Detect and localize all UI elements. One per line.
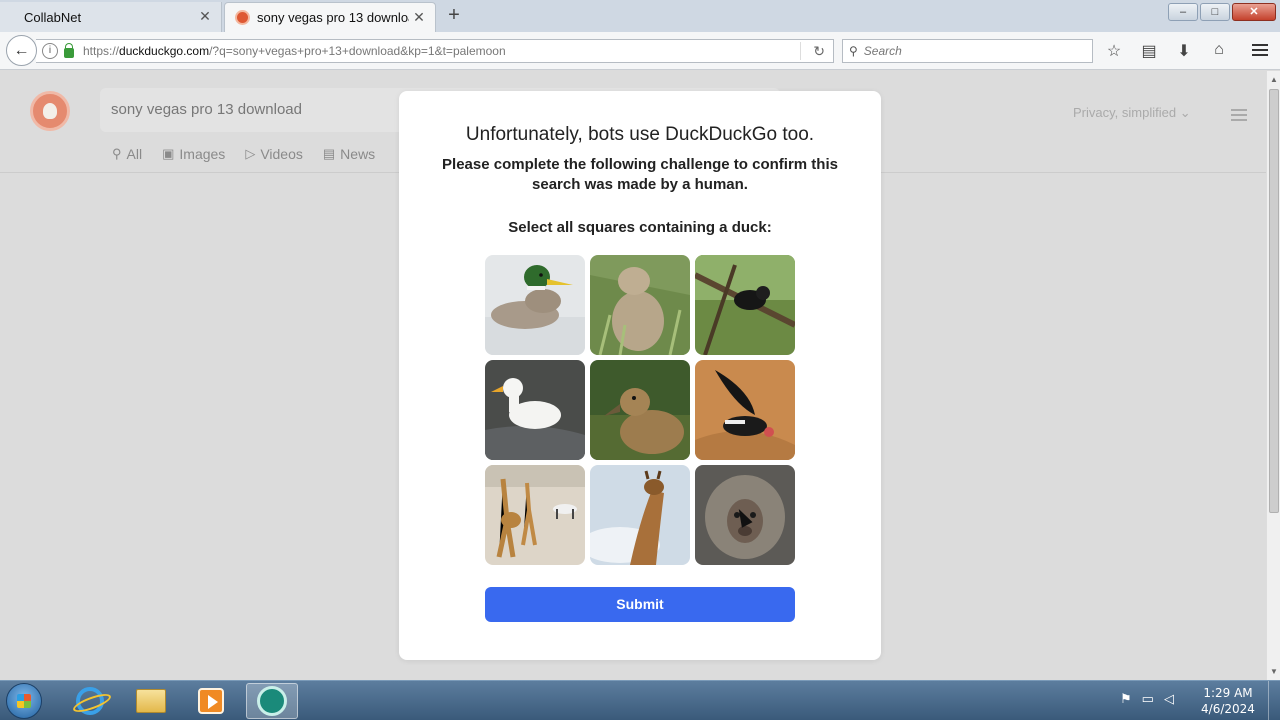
tab-ddg-search[interactable]: sony vegas pro 13 download ✕	[224, 2, 436, 32]
challenge-image-female-duck[interactable]	[590, 360, 690, 460]
reload-icon[interactable]: ↻	[813, 43, 825, 60]
tab-images[interactable]: ▣ Images	[162, 146, 225, 162]
taskbar-internet-explorer[interactable]	[64, 683, 116, 719]
scroll-up-icon[interactable]: ▲	[1270, 75, 1278, 84]
menu-icon[interactable]	[1252, 41, 1268, 59]
tab-bar: CollabNet ✕ sony vegas pro 13 download ✕…	[0, 0, 1280, 32]
taskbar-media-player[interactable]	[185, 683, 237, 719]
page-scrollbar[interactable]: ▲ ▼	[1266, 71, 1280, 680]
challenge-image-giraffe-head[interactable]	[590, 465, 690, 565]
minimize-button[interactable]: –	[1168, 3, 1198, 21]
scroll-thumb[interactable]	[1269, 89, 1279, 513]
cougar-image	[590, 255, 690, 355]
taskbar-pale-moon[interactable]	[246, 683, 298, 719]
site-info-icon[interactable]: i	[42, 43, 58, 59]
privacy-dropdown[interactable]: Privacy, simplified ⌄	[1073, 105, 1191, 121]
network-icon[interactable]: ▭	[1142, 691, 1154, 707]
news-icon: ▤	[322, 146, 336, 161]
scroll-down-icon[interactable]: ▼	[1270, 667, 1278, 676]
tab-label: CollabNet	[24, 9, 82, 25]
clock-date: 4/6/2024	[1201, 702, 1255, 716]
tab-label: All	[126, 146, 143, 162]
windows-taskbar: ⚑ ▭ ◁ 1:29 AM 4/6/2024	[0, 680, 1280, 720]
action-center-flag-icon[interactable]: ⚑	[1120, 691, 1132, 707]
system-clock[interactable]: 1:29 AM 4/6/2024	[1196, 685, 1260, 717]
search-icon: ⚲	[112, 146, 122, 161]
lock-icon	[64, 43, 74, 58]
browser-search-input[interactable]: ⚲ Search	[842, 39, 1093, 63]
toolbar-icons: ☆ ▤ ⬇ ⌂	[1104, 41, 1229, 61]
tab-all[interactable]: ⚲ All	[112, 146, 142, 162]
challenge-image-condor[interactable]	[695, 360, 795, 460]
close-window-button[interactable]: ✕	[1232, 3, 1276, 21]
system-tray: ⚑ ▭ ◁	[1120, 691, 1174, 707]
back-button[interactable]: ←	[6, 35, 37, 66]
tab-news[interactable]: ▤ News	[323, 146, 375, 162]
tab-label: Images	[179, 146, 226, 162]
search-placeholder: Search	[863, 44, 902, 58]
duckduckgo-favicon-icon	[235, 10, 250, 25]
search-icon: ⚲	[849, 44, 858, 58]
home-icon[interactable]: ⌂	[1209, 41, 1229, 61]
internet-explorer-icon	[76, 687, 104, 715]
mallard-duck-image	[485, 255, 585, 355]
challenge-image-cougar[interactable]	[590, 255, 690, 355]
new-tab-button[interactable]: +	[444, 4, 464, 27]
download-icon[interactable]: ⬇	[1174, 41, 1194, 61]
url-bar[interactable]: i https://duckduckgo.com/?q=sony+vegas+p…	[36, 39, 834, 63]
show-desktop-button[interactable]	[1268, 681, 1280, 720]
window-controls: – □ ✕	[1168, 3, 1276, 21]
female-duck-image	[590, 360, 690, 460]
search-tabs: ⚲ All ▣ Images ▷ Videos ▤ News	[112, 146, 375, 162]
monkey-in-tree-image	[695, 255, 795, 355]
challenge-image-giraffes-and-zebra[interactable]	[485, 465, 585, 565]
challenge-image-monkey-in-tree[interactable]	[695, 255, 795, 355]
image-icon: ▣	[162, 146, 175, 161]
page-menu-icon[interactable]	[1231, 106, 1247, 124]
challenge-prompt: Select all squares containing a duck:	[508, 219, 772, 236]
folder-icon	[136, 689, 166, 713]
url-divider	[800, 42, 801, 60]
media-player-icon	[198, 688, 224, 714]
chevron-down-icon: ⌄	[1179, 105, 1191, 120]
challenge-title: Unfortunately, bots use DuckDuckGo too.	[465, 124, 815, 145]
bot-challenge-modal: Unfortunately, bots use DuckDuckGo too. …	[399, 91, 881, 660]
clock-time: 1:29 AM	[1203, 686, 1253, 700]
white-duck-image	[485, 360, 585, 460]
video-icon: ▷	[245, 146, 256, 161]
maximize-button[interactable]: □	[1200, 3, 1230, 21]
url-text: https://duckduckgo.com/?q=sony+vegas+pro…	[83, 44, 506, 58]
tab-label: sony vegas pro 13 download	[257, 10, 409, 25]
volume-muted-icon[interactable]: ◁	[1164, 691, 1174, 707]
url-path: /?q=sony+vegas+pro+13+download&kp=1&t=pa…	[209, 44, 506, 58]
reading-list-icon[interactable]: ▤	[1139, 41, 1159, 61]
submit-button[interactable]: Submit	[485, 587, 795, 622]
close-tab-icon[interactable]: ✕	[411, 9, 427, 26]
close-tab-icon[interactable]: ✕	[197, 8, 213, 25]
url-scheme: https://	[83, 44, 120, 58]
navigation-bar: i https://duckduckgo.com/?q=sony+vegas+p…	[0, 32, 1280, 70]
privacy-label: Privacy, simplified	[1073, 105, 1177, 120]
giraffe-head-image	[590, 465, 690, 565]
challenge-image-mallard-duck[interactable]	[485, 255, 585, 355]
pale-moon-icon	[257, 686, 287, 716]
tab-label: News	[340, 146, 376, 162]
start-button[interactable]	[6, 683, 42, 719]
taskbar-file-explorer[interactable]	[125, 683, 177, 719]
condor-image	[695, 360, 795, 460]
bookmark-star-icon[interactable]: ☆	[1104, 41, 1124, 61]
challenge-image-white-duck[interactable]	[485, 360, 585, 460]
giraffes-and-zebra-image	[485, 465, 585, 565]
tab-collabnet[interactable]: CollabNet ✕	[0, 2, 222, 32]
tab-videos[interactable]: ▷ Videos	[245, 146, 303, 162]
url-host: duckduckgo.com	[119, 44, 210, 58]
duckduckgo-logo[interactable]	[30, 91, 70, 131]
tab-label: Videos	[260, 146, 303, 162]
challenge-subtitle: Please complete the following challenge …	[442, 156, 838, 193]
